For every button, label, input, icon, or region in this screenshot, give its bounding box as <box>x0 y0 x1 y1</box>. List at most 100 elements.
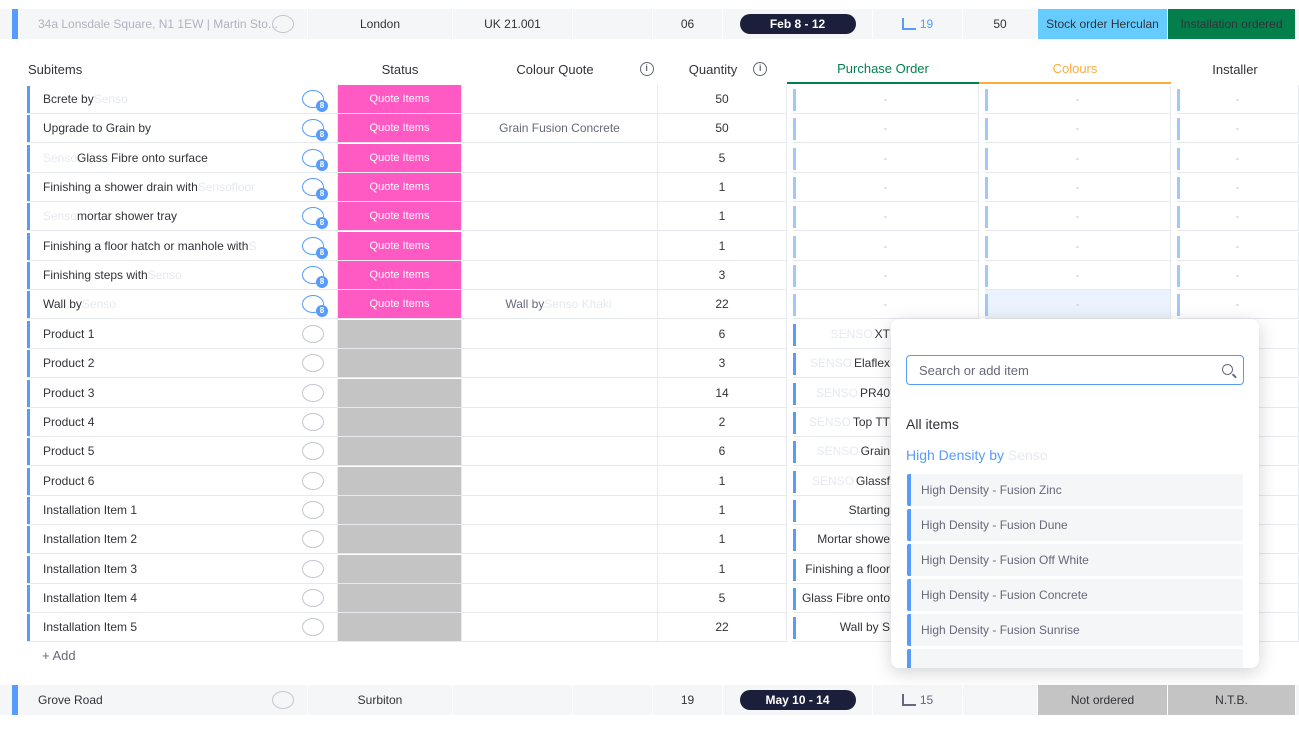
quantity-cell[interactable]: 50 <box>658 85 787 114</box>
info-icon[interactable]: i <box>639 62 654 76</box>
colour-quote-cell[interactable] <box>462 407 658 437</box>
colour-quote-cell[interactable] <box>462 525 658 555</box>
city-cell[interactable]: London <box>308 9 453 39</box>
quantity-cell[interactable]: 14 <box>658 378 787 408</box>
status-label[interactable]: Quote Items <box>338 261 462 291</box>
installer-cell[interactable]: - <box>1177 261 1299 291</box>
dropdown-option[interactable] <box>907 649 1243 668</box>
subitem-name[interactable]: Finishing a floor hatch or manhole with … <box>27 231 338 261</box>
updates-bubble-icon[interactable] <box>302 412 324 431</box>
status-column-header[interactable]: Status <box>338 54 462 84</box>
subitem-name[interactable]: Product 6 <box>27 466 338 496</box>
purchase-order-cell[interactable]: - <box>793 261 979 291</box>
quantity-cell[interactable]: 1 <box>658 554 787 584</box>
status-label[interactable] <box>338 583 462 613</box>
updates-bubble-icon[interactable]: 8 <box>302 178 328 201</box>
installer-cell[interactable]: - <box>1177 114 1299 144</box>
dropdown-option[interactable]: High Density - Fusion Off White <box>907 544 1243 576</box>
subitem-name[interactable]: Installation Item 1 <box>27 495 338 525</box>
subitem-name[interactable]: Installation Item 4 <box>27 583 338 613</box>
installer-cell[interactable]: - <box>1177 143 1299 173</box>
dropdown-option[interactable]: High Density - Fusion Sunrise <box>907 614 1243 646</box>
subitem-name[interactable]: Finishing a shower drain with Sensofloor <box>27 173 338 203</box>
subitem-name[interactable]: Product 4 <box>27 407 338 437</box>
subitem-row[interactable]: Senso mortar shower tray 8 Quote Items 1- - - <box>0 202 1299 232</box>
count-cell[interactable]: 50 <box>963 9 1038 39</box>
subitem-row[interactable]: Wall by Senso 8 Quote Items Wall by Senso K… <box>0 290 1299 320</box>
colour-quote-cell[interactable]: Grain Fusion Concrete <box>462 114 658 144</box>
colours-cell[interactable]: - <box>985 231 1171 261</box>
subitem-row[interactable]: Finishing a shower drain with Sensofloor… <box>0 173 1299 203</box>
chat-bubble-icon[interactable] <box>272 691 294 709</box>
colour-quote-cell[interactable] <box>462 613 658 643</box>
colour-quote-cell[interactable] <box>462 319 658 349</box>
empty-cell[interactable] <box>573 685 653 715</box>
updates-bubble-icon[interactable] <box>302 324 324 343</box>
quantity-column-header[interactable]: Quantity i <box>658 54 788 84</box>
colour-quote-cell[interactable]: Wall by Senso Khaki <box>462 290 658 320</box>
search-icon[interactable] <box>1222 364 1233 375</box>
installer-cell[interactable]: - <box>1177 231 1299 261</box>
stock-status-label[interactable]: Stock order Herculan <box>1038 9 1168 39</box>
subitem-name[interactable]: Product 2 <box>27 349 338 379</box>
subitems-count-cell[interactable]: 19 <box>873 9 963 39</box>
quantity-cell[interactable]: 6 <box>658 319 787 349</box>
updates-bubble-icon[interactable] <box>302 383 324 402</box>
status-label[interactable]: Quote Items <box>338 143 462 173</box>
purchase-order-cell[interactable]: - <box>793 85 979 114</box>
colours-cell[interactable]: - <box>985 290 1171 320</box>
status-label[interactable]: Quote Items <box>338 114 462 144</box>
colours-cell[interactable]: - <box>985 202 1171 232</box>
subitem-name[interactable]: Installation Item 5 <box>27 613 338 643</box>
colour-quote-cell[interactable] <box>462 466 658 496</box>
status-label[interactable] <box>338 525 462 555</box>
updates-bubble-icon[interactable] <box>302 500 324 519</box>
count-cell[interactable] <box>963 685 1038 715</box>
quantity-cell[interactable]: 3 <box>658 349 787 379</box>
colour-quote-cell[interactable] <box>462 231 658 261</box>
status-label[interactable] <box>338 554 462 584</box>
subitem-name[interactable]: Senso mortar shower tray <box>27 202 338 232</box>
quantity-cell[interactable]: 1 <box>658 466 787 496</box>
dropdown-option[interactable]: High Density - Fusion Zinc <box>907 474 1243 506</box>
number-cell[interactable]: 19 <box>653 685 723 715</box>
timeline-cell[interactable]: May 10 - 14 <box>723 685 873 715</box>
updates-bubble-icon[interactable]: 8 <box>302 148 328 171</box>
status-label[interactable] <box>338 407 462 437</box>
quantity-cell[interactable]: 1 <box>658 231 787 261</box>
quantity-cell[interactable]: 1 <box>658 495 787 525</box>
quantity-cell[interactable]: 5 <box>658 143 787 173</box>
quantity-cell[interactable]: 22 <box>658 290 787 320</box>
colours-cell[interactable]: - <box>985 114 1171 144</box>
status-label[interactable] <box>338 466 462 496</box>
colours-cell[interactable]: - <box>985 85 1171 114</box>
ref-cell[interactable]: UK 21.001 <box>453 9 573 39</box>
colours-cell[interactable]: - <box>985 261 1171 291</box>
colours-dropdown[interactable]: All items High Density by Senso High Den… <box>891 319 1259 668</box>
install-status-label[interactable]: Installation ordered <box>1168 9 1296 39</box>
subitem-row[interactable]: Bcrete by Senso 8 Quote Items 50- - - <box>0 85 1299 114</box>
subitem-row[interactable]: Finishing a floor hatch or manhole with … <box>0 231 1299 261</box>
status-label[interactable] <box>338 319 462 349</box>
parent-row[interactable]: 34a Lonsdale Square, N1 1EW | Martin Sto… <box>0 9 1299 39</box>
colour-quote-cell[interactable] <box>462 173 658 203</box>
colour-quote-cell[interactable] <box>462 583 658 613</box>
subitem-name[interactable]: Bcrete by Senso <box>27 85 338 114</box>
status-label[interactable] <box>338 378 462 408</box>
installer-cell[interactable]: - <box>1177 173 1299 203</box>
updates-bubble-icon[interactable] <box>302 588 324 607</box>
subitem-name[interactable]: Product 1 <box>27 319 338 349</box>
status-label[interactable] <box>338 495 462 525</box>
updates-bubble-icon[interactable]: 8 <box>302 207 328 230</box>
dropdown-option[interactable]: High Density - Fusion Concrete <box>907 579 1243 611</box>
quantity-cell[interactable]: 2 <box>658 407 787 437</box>
quantity-cell[interactable]: 1 <box>658 525 787 555</box>
purchase-order-cell[interactable]: - <box>793 202 979 232</box>
colours-cell[interactable]: - <box>985 173 1171 203</box>
purchase-order-cell[interactable]: - <box>793 173 979 203</box>
colours-cell[interactable]: - <box>985 143 1171 173</box>
quantity-cell[interactable]: 1 <box>658 202 787 232</box>
status-label[interactable]: Quote Items <box>338 290 462 320</box>
search-input[interactable] <box>919 362 1199 378</box>
subitem-name[interactable]: Installation Item 2 <box>27 525 338 555</box>
